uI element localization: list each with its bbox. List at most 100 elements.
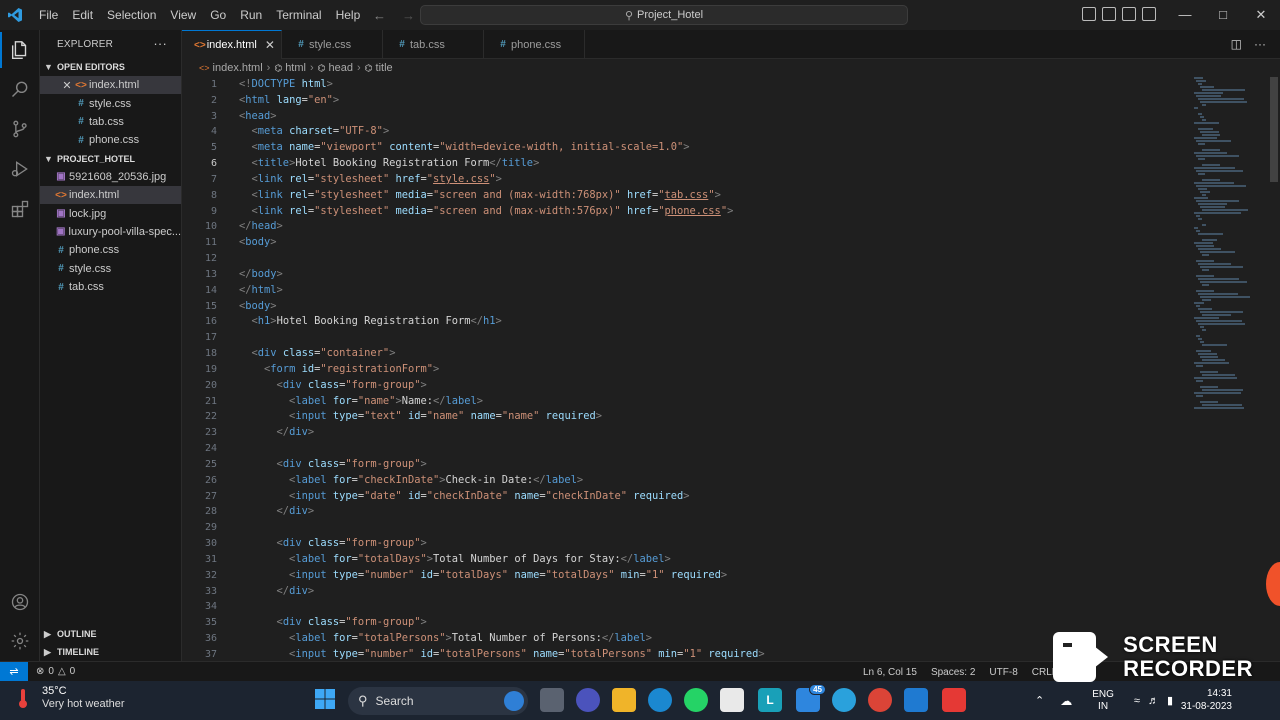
code-line[interactable]: <input type="number" id="totalPersons" n… (239, 647, 1179, 661)
open-editor-item[interactable]: # tab.css (40, 113, 181, 131)
code-line[interactable] (239, 520, 1179, 536)
code-line[interactable]: <meta name="viewport" content="width=dev… (239, 140, 1179, 156)
code-line[interactable]: </div> (239, 504, 1179, 520)
weather-widget[interactable]: 35°C Very hot weather (14, 685, 125, 711)
code-line[interactable]: </body> (239, 267, 1179, 283)
problems-indicator[interactable]: ⊗ 0 △ 0 (36, 666, 75, 677)
remote-indicator-icon[interactable]: ⇌ (0, 661, 28, 682)
more-actions-icon[interactable]: ··· (153, 36, 167, 51)
code-line[interactable] (239, 441, 1179, 457)
start-windows-icon[interactable] (314, 688, 338, 712)
command-center-search[interactable]: ⚲ Project_Hotel (420, 5, 908, 25)
breadcrumb-item[interactable]: index.html (213, 62, 263, 74)
explorer-icon[interactable] (0, 32, 32, 68)
code-line[interactable]: <!DOCTYPE html> (239, 77, 1179, 93)
cloud-icon[interactable]: ☁ (1060, 694, 1072, 708)
file-explorer-icon[interactable] (612, 688, 636, 712)
menu-item-file[interactable]: File (32, 0, 65, 30)
code-line[interactable]: <link rel="stylesheet" href="style.css"> (239, 172, 1179, 188)
file-item[interactable]: # tab.css (40, 278, 181, 296)
code-line[interactable] (239, 330, 1179, 346)
indentation-setting[interactable]: Spaces: 2 (931, 667, 975, 678)
code-line[interactable]: <div class="form-group"> (239, 457, 1179, 473)
search-icon[interactable] (8, 77, 32, 101)
menu-item-terminal[interactable]: Terminal (269, 0, 328, 30)
close-icon[interactable]: ✕ (265, 38, 275, 52)
toggle-secondary-sidebar-icon[interactable] (1122, 7, 1136, 21)
open-editor-item[interactable]: ✕ <> index.html (40, 76, 181, 95)
code-line[interactable]: <label for="totalDays">Total Number of D… (239, 552, 1179, 568)
file-item[interactable]: # style.css (40, 260, 181, 278)
open-editors-header[interactable]: ▼ OPEN EDITORS (40, 58, 181, 76)
cursor-position[interactable]: Ln 6, Col 15 (863, 667, 917, 678)
volume-icon[interactable]: ♬ (1148, 695, 1159, 707)
edge-icon[interactable] (648, 688, 672, 712)
screen-recorder-icon[interactable] (942, 688, 966, 712)
file-item[interactable]: # phone.css (40, 241, 181, 259)
vscode-taskbar-icon[interactable] (904, 688, 928, 712)
language-indicator[interactable]: ENG IN (1092, 689, 1114, 713)
store-icon[interactable] (720, 688, 744, 712)
code-line[interactable]: </div> (239, 584, 1179, 600)
code-line[interactable]: </html> (239, 283, 1179, 299)
outline-section[interactable]: ▶ OUTLINE (40, 625, 182, 643)
code-line[interactable]: <label for="checkInDate">Check-in Date:<… (239, 473, 1179, 489)
open-editor-item[interactable]: # phone.css (40, 131, 181, 149)
menu-item-edit[interactable]: Edit (65, 0, 100, 30)
tab-style-css[interactable]: # style.css (282, 30, 383, 59)
menu-item-selection[interactable]: Selection (100, 0, 163, 30)
chevron-up-icon[interactable]: ⌃ (1035, 694, 1044, 707)
mail-icon[interactable]: 45 (796, 684, 826, 712)
code-line[interactable]: <div class="container"> (239, 346, 1179, 362)
battery-icon[interactable]: ▮ (1167, 694, 1173, 707)
code-editor[interactable]: 1 2 3 4 5 6 7 8 9 10 11 12 13 14 15 16 17 18 19 20 21 22 23 24 2… (182, 77, 1280, 661)
clock[interactable]: 14:31 31-08-2023 (1181, 687, 1232, 713)
code-line[interactable]: </head> (239, 219, 1179, 235)
task-view-icon[interactable] (540, 688, 564, 712)
tab-index-html[interactable]: <> index.html ✕ (182, 30, 282, 59)
code-line[interactable] (239, 251, 1179, 267)
menu-item-run[interactable]: Run (233, 0, 269, 30)
menu-item-view[interactable]: View (163, 0, 203, 30)
code-line[interactable]: <input type="date" id="checkInDate" name… (239, 489, 1179, 505)
open-editor-item[interactable]: # style.css (40, 94, 181, 112)
file-item[interactable]: <> index.html (40, 185, 181, 205)
toggle-panel-icon[interactable] (1102, 7, 1116, 21)
outline-header[interactable]: ▶ OUTLINE (40, 625, 182, 643)
tab-tab-css[interactable]: # tab.css (383, 30, 484, 59)
code-line[interactable]: <link rel="stylesheet" media="screen and… (239, 204, 1179, 220)
code-line[interactable]: <label for="totalPersons">Total Number o… (239, 631, 1179, 647)
telegram-icon[interactable] (832, 688, 856, 712)
customize-layout-icon[interactable] (1142, 7, 1156, 21)
timeline-header[interactable]: ▶ TIMELINE (40, 643, 182, 661)
teams-icon[interactable] (576, 688, 600, 712)
run-debug-icon[interactable] (8, 157, 32, 181)
encoding-setting[interactable]: UTF-8 (989, 667, 1017, 678)
code-line[interactable]: <title>Hotel Booking Registration Form</… (239, 156, 1179, 172)
code-line[interactable]: <body> (239, 235, 1179, 251)
menu-item-help[interactable]: Help (329, 0, 368, 30)
code-line[interactable]: <div class="form-group"> (239, 615, 1179, 631)
split-editor-icon[interactable]: ◫ (1231, 37, 1242, 51)
code-line[interactable]: <div class="form-group"> (239, 536, 1179, 552)
code-line[interactable]: <input type="number" id="totalDays" name… (239, 568, 1179, 584)
code-content[interactable]: <!DOCTYPE html> <html lang="en"> <head> <m… (239, 77, 1179, 661)
scrollbar-thumb[interactable] (1270, 77, 1278, 182)
code-line[interactable]: <link rel="stylesheet" media="screen and… (239, 188, 1179, 204)
file-item[interactable]: ▣ luxury-pool-villa-spec... (40, 223, 181, 241)
breadcrumb-item[interactable]: head (329, 62, 353, 74)
forward-arrow-icon[interactable]: → (402, 8, 415, 23)
extensions-icon[interactable] (8, 197, 32, 221)
code-line[interactable]: <form id="registrationForm"> (239, 362, 1179, 378)
code-line[interactable]: <h1>Hotel Booking Registration Form</h1> (239, 314, 1179, 330)
whatsapp-icon[interactable] (684, 688, 708, 712)
accounts-icon[interactable] (8, 590, 32, 614)
code-line[interactable]: <input type="text" id="name" name="name"… (239, 409, 1179, 425)
close-window-icon[interactable]: ✕ (1242, 0, 1280, 30)
menu-item-go[interactable]: Go (203, 0, 233, 30)
settings-gear-icon[interactable] (8, 629, 32, 653)
code-line[interactable]: <html lang="en"> (239, 93, 1179, 109)
more-actions-icon[interactable]: ··· (1254, 37, 1266, 51)
file-item[interactable]: ▣ 5921608_20536.jpg (40, 168, 181, 186)
code-line[interactable]: <body> (239, 299, 1179, 315)
